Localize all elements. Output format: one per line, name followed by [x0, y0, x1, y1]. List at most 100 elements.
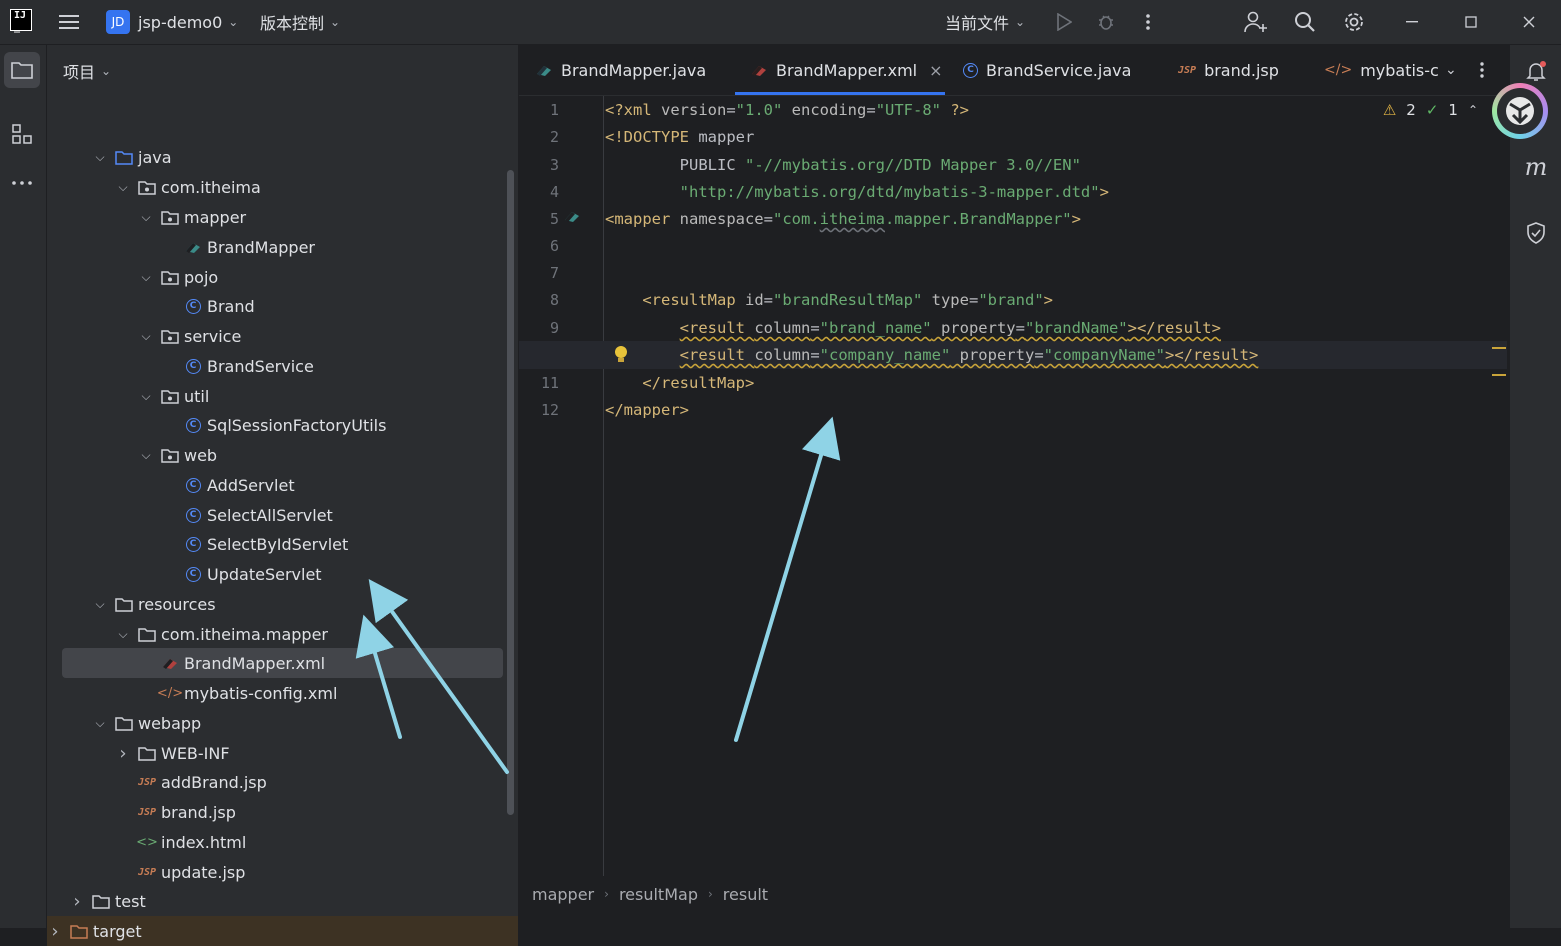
breadcrumb-separator-icon: › [707, 887, 713, 901]
chevron-right-icon[interactable]: › [69, 891, 85, 912]
chevron-down-icon[interactable]: ⌵ [92, 716, 108, 731]
intention-lightbulb-icon[interactable] [613, 345, 629, 369]
tree-item[interactable]: BrandMapper [47, 232, 507, 262]
tree-item[interactable]: › test [47, 886, 507, 916]
ok-count: 1 [1448, 101, 1458, 119]
chevron-down-icon[interactable]: ⌵ [115, 627, 131, 642]
tree-item[interactable]: ⌵ com.itheima [47, 172, 507, 202]
close-window-icon[interactable] [1513, 6, 1545, 38]
html-icon: <> [136, 834, 158, 850]
tree-item[interactable]: <> index.html [47, 827, 507, 857]
line-gutter: 123456789101112 [519, 96, 604, 876]
tab-mybatis-config[interactable]: </> mybatis-c [1324, 45, 1439, 95]
package-icon [160, 326, 180, 346]
tree-item[interactable]: C Brand [47, 291, 507, 321]
tree-item[interactable]: ⌵ web [47, 440, 507, 470]
tree-item[interactable]: JSP brand.jsp [47, 797, 507, 827]
tree-item[interactable]: C BrandService [47, 351, 507, 381]
project-tool-folder-icon[interactable] [4, 52, 40, 88]
chevron-down-icon[interactable]: ⌵ [92, 150, 108, 165]
tree-item[interactable]: C SqlSessionFactoryUtils [47, 410, 507, 440]
tree-item[interactable]: ⌵ webapp [47, 708, 507, 738]
chevron-right-icon[interactable]: › [115, 743, 131, 764]
tree-item[interactable]: JSP addBrand.jsp [47, 767, 507, 797]
tab-more-icon[interactable] [1479, 45, 1485, 95]
tab-brandmapper-java[interactable]: BrandMapper.java [535, 45, 706, 95]
folder-icon [91, 891, 111, 911]
tree-item[interactable]: ⌵ com.itheima.mapper [47, 619, 507, 649]
chevron-down-icon[interactable]: ⌵ [138, 448, 154, 463]
tree-item[interactable]: BrandMapper.xml [62, 648, 503, 678]
intellij-logo-icon[interactable]: IJ _ [10, 9, 32, 33]
jsp-icon: JSP [137, 776, 157, 788]
tree-item[interactable]: C UpdateServlet [47, 559, 507, 589]
tree-item[interactable]: C SelectByIdServlet [47, 529, 507, 559]
tree-item[interactable]: ⌵ java [47, 142, 507, 172]
warning-count: 2 [1406, 101, 1416, 119]
tree-item[interactable]: C SelectAllServlet [47, 500, 507, 530]
tree-item-label: pojo [184, 267, 219, 287]
run-icon[interactable] [1048, 6, 1080, 38]
tree-item-label: mybatis-config.xml [184, 683, 338, 703]
breadcrumb-item[interactable]: resultMap [619, 885, 698, 904]
tree-item-label: resources [138, 594, 216, 614]
minimize-icon[interactable] [1396, 6, 1428, 38]
tree-item[interactable]: › target [47, 916, 518, 946]
more-actions-icon[interactable] [1132, 6, 1164, 38]
vcs-menu[interactable]: 版本控制 ⌄ [260, 0, 340, 44]
tree-item[interactable]: ⌵ pojo [47, 262, 507, 292]
search-icon[interactable] [1289, 6, 1321, 38]
warning-stripe-marker[interactable] [1492, 374, 1506, 376]
code-area[interactable]: <?xml version="1.0" encoding="UTF-8" ?> … [519, 96, 1507, 876]
tree-item[interactable]: ⌵ resources [47, 589, 507, 619]
tree-item[interactable]: ⌵ util [47, 381, 507, 411]
add-user-icon[interactable] [1240, 6, 1272, 38]
ai-assistant-avatar[interactable] [1492, 83, 1548, 139]
inspection-widget[interactable]: ⚠ 2 ✓ 1 ⌃ [1383, 101, 1478, 119]
project-view-selector[interactable]: 项目 ⌄ [63, 59, 111, 83]
debug-icon[interactable] [1090, 6, 1122, 38]
chevron-down-icon[interactable]: ⌵ [92, 597, 108, 612]
mapper-java-icon [535, 62, 553, 78]
maven-m-icon[interactable]: m [1518, 149, 1554, 185]
chevron-down-icon[interactable]: ⌵ [138, 329, 154, 344]
security-shield-icon[interactable] [1518, 215, 1554, 251]
tab-brand-jsp[interactable]: JSP brand.jsp [1178, 45, 1279, 95]
maximize-icon[interactable] [1455, 6, 1487, 38]
tree-item[interactable]: ⌵ mapper [47, 202, 507, 232]
tab-brandmapper-xml[interactable]: BrandMapper.xml × [735, 45, 945, 95]
tree-item-label: SqlSessionFactoryUtils [207, 415, 387, 435]
chevron-down-icon[interactable]: ⌵ [138, 210, 154, 225]
tree-item[interactable]: ⌵ service [47, 321, 507, 351]
tree-item[interactable]: › WEB-INF [47, 738, 507, 768]
editor: BrandMapper.java BrandMapper.xml × C Bra… [519, 45, 1508, 928]
structure-icon[interactable] [4, 116, 40, 152]
tree-item-label: UpdateServlet [207, 564, 322, 584]
tree-item[interactable]: </> mybatis-config.xml [47, 678, 507, 708]
breadcrumb-item[interactable]: mapper [532, 885, 594, 904]
project-switcher[interactable]: JD jsp-demo0 ⌄ [106, 0, 238, 44]
check-icon: ✓ [1425, 101, 1439, 119]
tab-list-chevron-icon[interactable]: ⌄ [1445, 45, 1457, 95]
breadcrumb-item[interactable]: result [723, 885, 768, 904]
warning-stripe-marker[interactable] [1492, 347, 1506, 349]
chevron-up-icon[interactable]: ⌃ [1468, 103, 1478, 117]
run-config-selector[interactable]: 当前文件 ⌄ [945, 0, 1025, 44]
tree-item[interactable]: C AddServlet [47, 470, 507, 500]
chevron-down-icon[interactable]: ⌵ [115, 180, 131, 195]
chevron-right-icon[interactable]: › [47, 921, 63, 942]
main-menu-icon[interactable] [53, 6, 85, 38]
class-icon: C [183, 415, 203, 435]
tab-brandservice-java[interactable]: C BrandService.java [963, 45, 1131, 95]
project-scrollbar[interactable] [507, 170, 514, 815]
editor-tabs: BrandMapper.java BrandMapper.xml × C Bra… [519, 45, 1508, 96]
mapper-navigation-gutter-icon[interactable] [563, 208, 583, 228]
chevron-down-icon[interactable]: ⌵ [138, 270, 154, 285]
settings-gear-icon[interactable] [1338, 6, 1370, 38]
tree-item[interactable]: JSP update.jsp [47, 857, 507, 887]
close-tab-icon[interactable]: × [929, 61, 942, 80]
project-header-label: 项目 [63, 63, 96, 82]
folder-icon [137, 624, 157, 644]
more-tools-icon[interactable] [4, 165, 40, 201]
chevron-down-icon[interactable]: ⌵ [138, 389, 154, 404]
